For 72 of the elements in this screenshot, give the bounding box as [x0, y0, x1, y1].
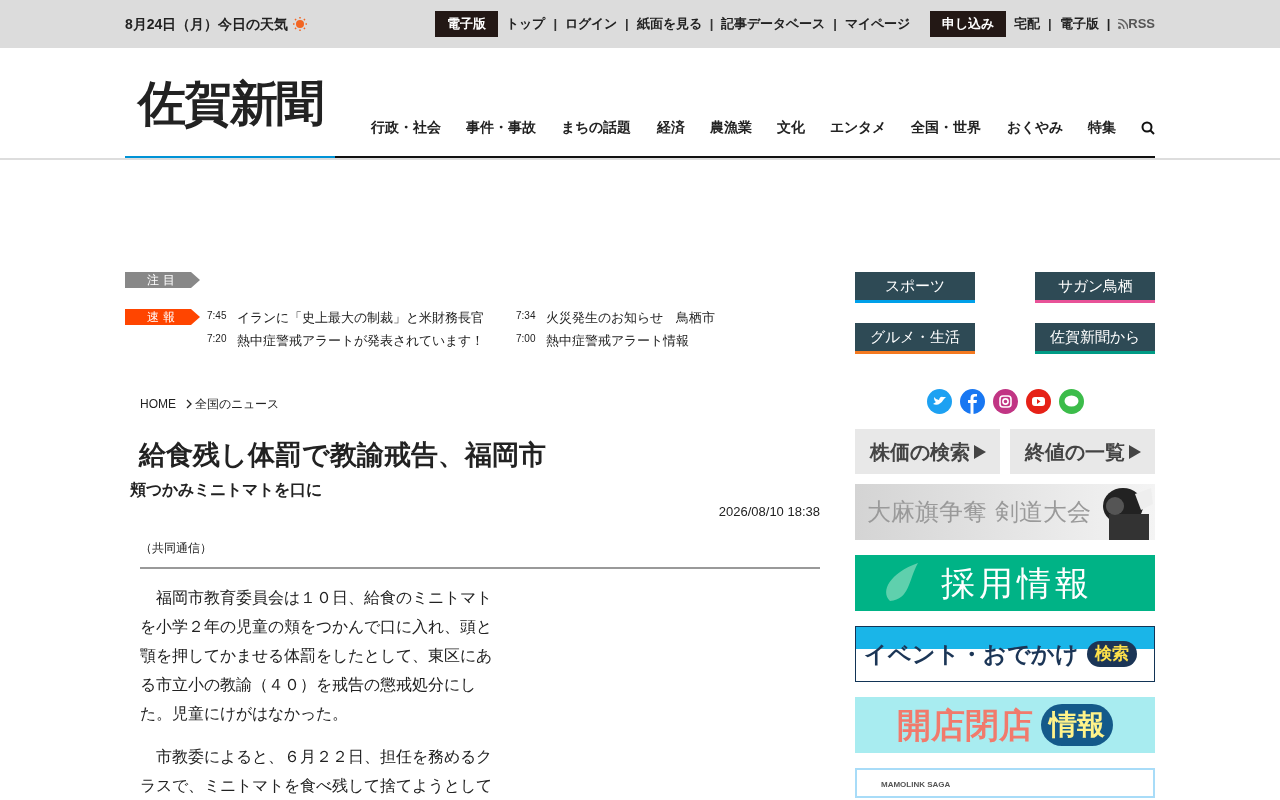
stock-button[interactable]: 終値の一覧 [1010, 429, 1155, 474]
article-title: 給食残し体罰で教諭戒告、福岡市 [139, 439, 547, 472]
mamolink-banner[interactable]: MAMOLINK SAGA [855, 768, 1155, 798]
event-banner[interactable]: イベント・おでかけ 検索 [855, 626, 1155, 682]
top-link[interactable]: マイページ [845, 14, 910, 34]
article-paragraph: 福岡市教育委員会は１０日、給食のミニトマトを小学２年の児童の頬をつかんで口に入れ、頭と顎を押してかませる体罰をしたとして、東区にある市立小の教諭（４０）を戒告の懲戒処分にした。児童にけがはなかった。 [140, 588, 493, 724]
category-link[interactable]: スポーツ [855, 272, 975, 303]
separator: | [553, 15, 558, 34]
separator: | [1106, 15, 1111, 34]
news-time: 7:34 [516, 309, 536, 323]
facebook-icon[interactable] [959, 389, 985, 414]
article-date: 2026/08/10 18:38 [718, 502, 820, 521]
article-subtitle: 頬つかみミニトマトを口に [130, 479, 323, 500]
banner-text: イベント・おでかけ [864, 639, 1079, 669]
group-label: 申し込み [930, 11, 1006, 37]
nav-link[interactable]: まちの話題 [561, 117, 632, 138]
twitter-icon[interactable] [926, 389, 952, 414]
instagram-icon[interactable] [992, 389, 1018, 414]
news-link[interactable]: 火災発生のお知らせ 鳥栖市 [546, 308, 715, 328]
banner-text: MAMOLINK SAGA [881, 780, 951, 789]
top-link[interactable]: 記事データベース [721, 14, 826, 34]
weather-date: 8月24日（月）今日の天気 [125, 14, 289, 34]
search-icon[interactable] [1140, 120, 1155, 135]
nav-link[interactable]: 事件・事故 [466, 117, 537, 138]
news-link[interactable]: イランに「史上最大の制裁」と米財務長官 [237, 308, 484, 328]
nav-link[interactable]: 特集 [1087, 117, 1116, 138]
separator: | [1048, 15, 1052, 34]
play-icon [973, 444, 986, 459]
article-source: （共同通信） [140, 541, 212, 555]
featured-label: 注目 [125, 272, 200, 288]
separator: | [833, 15, 837, 34]
news-time: 7:20 [207, 331, 227, 346]
banner-text: 開店閉店 [897, 704, 1033, 746]
nav-link[interactable]: エンタメ [830, 117, 887, 138]
shops-banner[interactable]: 開店閉店 情報 [855, 697, 1155, 753]
category-link[interactable]: 佐賀新聞から [1035, 323, 1155, 354]
group-label: 電子版 [435, 11, 499, 37]
news-link[interactable]: 熱中症警戒アラート情報 [546, 330, 689, 350]
breadcrumb-link[interactable]: 全国のニュース [195, 395, 279, 413]
nav-link[interactable]: おくやみ [1006, 117, 1063, 138]
nav-link[interactable]: 文化 [776, 117, 805, 138]
top-link[interactable]: トップ [506, 14, 546, 34]
rss-icon [1118, 19, 1129, 29]
breadcrumb-link[interactable]: HOME [140, 395, 176, 413]
nav-link[interactable]: 行政・社会 [371, 117, 441, 138]
stock-button[interactable]: 株価の検索 [855, 429, 1000, 474]
banner-text: 大麻旗争奪 剣道大会 [866, 497, 1091, 528]
nav-link[interactable]: 全国・世界 [911, 117, 982, 138]
site-logo[interactable]: 佐賀新聞 [138, 67, 322, 139]
youtube-icon[interactable] [1025, 389, 1051, 414]
news-link[interactable]: 熱中症警戒アラートが発表されています！ [237, 330, 484, 350]
play-icon [1128, 444, 1141, 459]
nav-link[interactable]: 経済 [656, 117, 685, 138]
search-badge: 検索 [1087, 641, 1137, 667]
info-badge: 情報 [1041, 704, 1113, 746]
top-link[interactable]: 紙面を見る [636, 14, 702, 34]
sun-icon [292, 16, 309, 32]
news-time: 7:00 [516, 331, 536, 346]
separator: | [709, 15, 714, 34]
chevron-icon [186, 399, 193, 409]
flash-label: 速報 [125, 309, 200, 325]
top-link[interactable]: 宅配 [1014, 14, 1040, 34]
top-link[interactable]: 電子版 [1059, 14, 1099, 34]
separator: | [625, 15, 629, 34]
category-link[interactable]: グルメ・生活 [855, 323, 975, 354]
banner-text: 採用情報 [940, 562, 1093, 604]
top-link[interactable]: ログイン [565, 14, 618, 34]
article-paragraph: 市教委によると、６月２２日、担任を務めるクラスで、ミニトマトを食べ残して捨てようとして [140, 747, 493, 796]
news-time: 7:45 [207, 309, 227, 323]
rss-link[interactable]: RSS [1118, 14, 1155, 34]
nav-link[interactable]: 農漁業 [709, 117, 752, 138]
category-link[interactable]: サガン鳥栖 [1035, 272, 1155, 303]
